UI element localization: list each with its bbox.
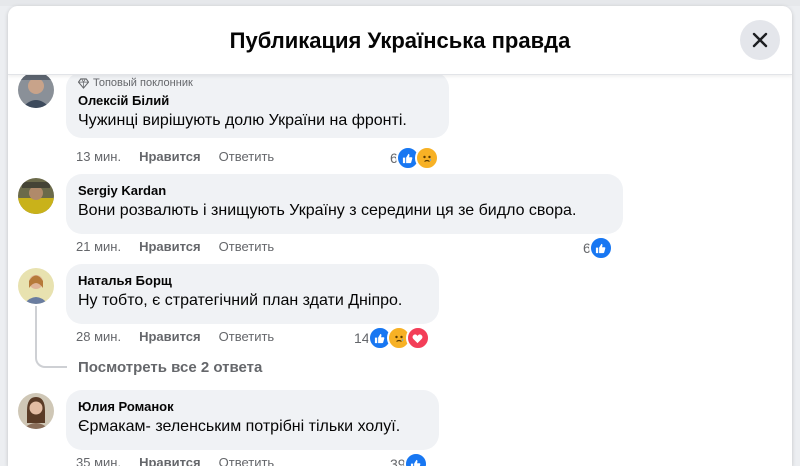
comment-text: Чужинці вирішують долю України на фронті…	[78, 112, 407, 129]
avatar[interactable]	[18, 268, 54, 304]
reactions[interactable]: 6	[583, 236, 613, 260]
reactions[interactable]: 39	[390, 452, 428, 466]
comment-text: Вони розвалють і знищують Україну з сере…	[78, 202, 577, 219]
comment-text: Єрмакам- зеленським потрібні тільки холу…	[78, 418, 401, 435]
reply-button[interactable]: Ответить	[219, 239, 275, 254]
reply-button[interactable]: Ответить	[219, 329, 275, 344]
comment-author[interactable]: Юлия Романок	[78, 399, 427, 414]
view-replies-link[interactable]: Посмотреть все 2 ответа	[78, 359, 262, 376]
avatar[interactable]	[18, 393, 54, 429]
comment-bubble: Юлия Романок Єрмакам- зеленським потрібн…	[66, 390, 439, 450]
reply-button[interactable]: Ответить	[219, 455, 275, 466]
like-reaction-icon	[588, 236, 613, 260]
comment-bubble: Топовый поклонник Олексій Білий Чужинці …	[66, 72, 449, 138]
avatar[interactable]	[18, 72, 54, 108]
comment-author[interactable]: Наталья Борщ	[78, 273, 427, 288]
modal-header: Публикация Українська правда	[8, 6, 792, 75]
close-button[interactable]	[740, 20, 780, 60]
comment-text: Ну тобто, є стратегічний план здати Дніп…	[78, 292, 403, 309]
modal-title: Публикация Українська правда	[229, 28, 571, 53]
like-button[interactable]: Нравится	[139, 149, 201, 164]
diamond-icon	[78, 77, 89, 89]
comment-bubble: Sergiy Kardan Вони розвалють і знищують …	[66, 174, 623, 234]
avatar[interactable]	[18, 178, 54, 214]
like-button[interactable]: Нравится	[139, 455, 201, 466]
comment-bubble: Наталья Борщ Ну тобто, є стратегічний пл…	[66, 264, 439, 324]
comment-actions: 13 мин. Нравится Ответить	[76, 149, 274, 164]
post-modal: Публикация Українська правда Топовый пок…	[8, 6, 792, 466]
comment-actions: 28 мин. Нравится Ответить	[76, 329, 274, 344]
comment-time[interactable]: 21 мин.	[76, 239, 121, 254]
comment-time[interactable]: 35 мин.	[76, 455, 121, 466]
like-button[interactable]: Нравится	[139, 329, 201, 344]
thread-line	[35, 306, 37, 352]
close-icon	[752, 32, 768, 48]
comment-time[interactable]: 28 мин.	[76, 329, 121, 344]
like-button[interactable]: Нравится	[139, 239, 201, 254]
comment-actions: 35 мин. Нравится Ответить	[76, 455, 274, 466]
sad-reaction-icon	[414, 146, 439, 170]
reply-button[interactable]: Ответить	[219, 149, 275, 164]
reactions[interactable]: 6	[390, 146, 439, 170]
like-reaction-icon	[403, 452, 428, 466]
comment-author[interactable]: Олексій Білий	[78, 93, 437, 108]
comment-actions: 21 мин. Нравится Ответить	[76, 239, 274, 254]
love-reaction-icon	[405, 326, 430, 350]
badge-label: Топовый поклонник	[93, 77, 193, 89]
thread-elbow	[35, 352, 67, 368]
top-fan-badge: Топовый поклонник	[78, 77, 437, 89]
comment-time[interactable]: 13 мин.	[76, 149, 121, 164]
reactions[interactable]: 14	[354, 326, 430, 350]
comment-author[interactable]: Sergiy Kardan	[78, 183, 611, 198]
